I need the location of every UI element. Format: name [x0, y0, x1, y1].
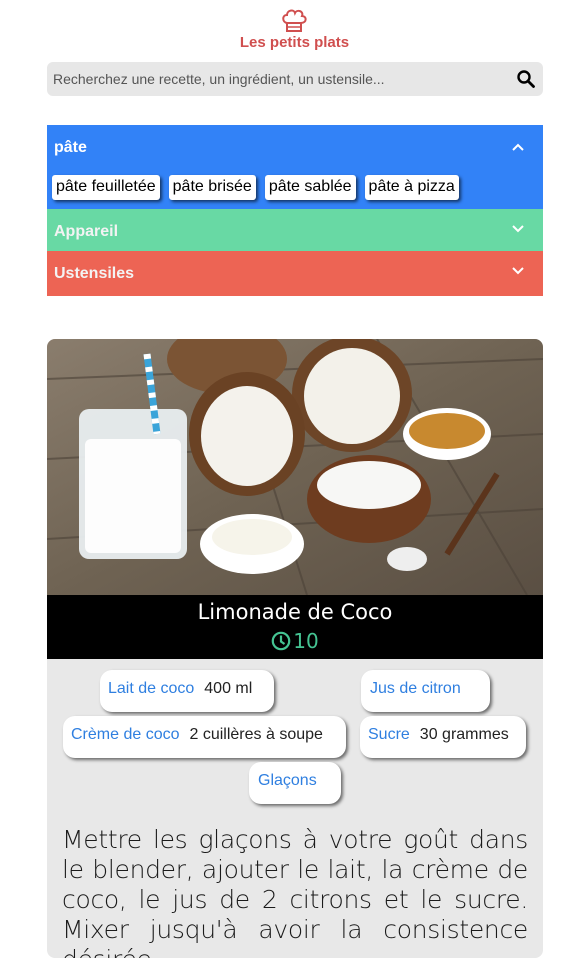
recipe-card[interactable]: Limonade de Coco 10 Lait de coco 400 ml J…: [47, 339, 543, 958]
filter-appliance-title: Appareil: [54, 223, 119, 240]
ingredient-quantity: 400 ml: [204, 680, 253, 697]
chevron-down-icon[interactable]: [511, 223, 525, 233]
ingredient-chip: Crème de coco 2 cuillères à soupe: [63, 716, 346, 758]
ingredient-name: Crème de coco: [71, 726, 180, 743]
chef-hat-icon: [282, 9, 307, 32]
recipe-time: 10: [47, 629, 543, 653]
site-header: Les petits plats: [0, 0, 571, 60]
filter-utensils-title: Ustensiles: [54, 265, 135, 282]
ingredient-name: Sucre: [368, 726, 410, 743]
filter-appliance[interactable]: Appareil: [47, 209, 543, 251]
filter-utensils[interactable]: Ustensiles: [47, 251, 543, 296]
search-bar: [47, 62, 543, 96]
ingredient-name: Glaçons: [258, 772, 317, 789]
recipe-photo: [47, 339, 543, 595]
filter-tag[interactable]: pâte brisée: [168, 175, 256, 200]
search-input[interactable]: [47, 62, 507, 96]
recipe-title: Limonade de Coco: [197, 600, 393, 624]
ingredient-chip: Glaçons: [249, 762, 341, 804]
ingredient-chip: Sucre 30 grammes: [360, 716, 526, 758]
filter-ingredients-title: pâte: [54, 139, 87, 156]
chevron-up-icon[interactable]: [511, 142, 525, 152]
ingredient-chip: Lait de coco 400 ml: [100, 670, 274, 712]
site-title[interactable]: Les petits plats: [0, 34, 571, 51]
clock-icon: [271, 631, 291, 651]
ingredient-name: Lait de coco: [108, 680, 195, 697]
ingredient-chip: Jus de citron: [361, 670, 490, 712]
recipe-description: Mettre les glaçons à votre goût dans le …: [62, 825, 528, 958]
ingredient-name: Jus de citron: [370, 680, 461, 697]
search-icon[interactable]: [517, 70, 535, 88]
filter-ingredients[interactable]: pâte pâte feuilletée pâte brisée pâte sa…: [47, 125, 543, 209]
ingredient-quantity: 30 grammes: [419, 726, 509, 743]
filter-tag[interactable]: pâte sablée: [264, 175, 356, 200]
filter-tag-list: pâte feuilletée pâte brisée pâte sablée …: [52, 175, 459, 200]
recipe-time-value: 10: [293, 629, 319, 653]
filter-tag[interactable]: pâte feuilletée: [52, 175, 160, 200]
recipe-header: Limonade de Coco 10: [47, 595, 543, 659]
filter-tag[interactable]: pâte à pizza: [364, 175, 459, 200]
ingredient-quantity: 2 cuillères à soupe: [189, 726, 323, 743]
chevron-down-icon[interactable]: [511, 265, 525, 275]
